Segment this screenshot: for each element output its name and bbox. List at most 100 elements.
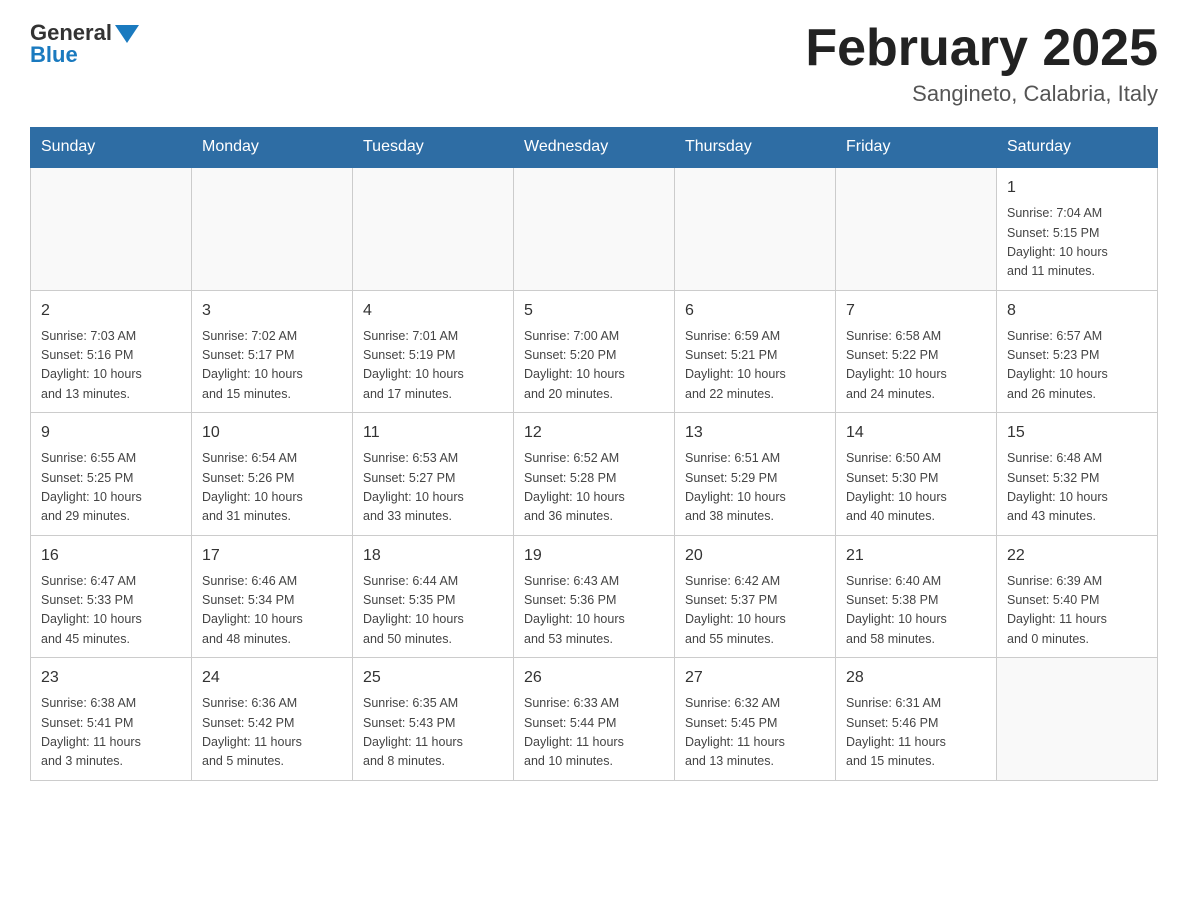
day-info: Sunrise: 7:01 AM Sunset: 5:19 PM Dayligh… xyxy=(363,327,503,405)
calendar-body: 1 Sunrise: 7:04 AM Sunset: 5:15 PM Daylig… xyxy=(31,167,1158,780)
calendar-cell: 23Sunrise: 6:38 AM Sunset: 5:41 PM Dayli… xyxy=(31,658,192,781)
day-number: 6 xyxy=(685,299,825,323)
day-number: 26 xyxy=(524,666,664,690)
logo-blue-text: Blue xyxy=(30,42,78,68)
day-info: Sunrise: 6:47 AM Sunset: 5:33 PM Dayligh… xyxy=(41,572,181,650)
weekday-header-sunday: Sunday xyxy=(31,128,192,168)
day-number: 2 xyxy=(41,299,181,323)
month-title: February 2025 xyxy=(805,20,1158,77)
day-info: Sunrise: 6:33 AM Sunset: 5:44 PM Dayligh… xyxy=(524,694,664,772)
day-info: Sunrise: 6:32 AM Sunset: 5:45 PM Dayligh… xyxy=(685,694,825,772)
day-number: 9 xyxy=(41,421,181,445)
day-number: 17 xyxy=(202,544,342,568)
day-number: 22 xyxy=(1007,544,1147,568)
calendar-cell: 3Sunrise: 7:02 AM Sunset: 5:17 PM Daylig… xyxy=(192,290,353,413)
calendar-cell: 11 Sunrise: 6:53 AM Sunset: 5:27 PM Dayli… xyxy=(353,413,514,536)
day-number: 23 xyxy=(41,666,181,690)
day-number: 25 xyxy=(363,666,503,690)
calendar-table: SundayMondayTuesdayWednesdayThursdayFrid… xyxy=(30,127,1158,781)
location-title: Sangineto, Calabria, Italy xyxy=(805,81,1158,107)
calendar-week-2: 2 Sunrise: 7:03 AM Sunset: 5:16 PM Daylig… xyxy=(31,290,1158,413)
day-info: Sunrise: 6:35 AM Sunset: 5:43 PM Dayligh… xyxy=(363,694,503,772)
calendar-cell: 26 Sunrise: 6:33 AM Sunset: 5:44 PM Dayli… xyxy=(514,658,675,781)
calendar-cell xyxy=(31,167,192,290)
day-number: 5 xyxy=(524,299,664,323)
day-number: 8 xyxy=(1007,299,1147,323)
day-number: 24 xyxy=(202,666,342,690)
calendar-cell: 25 Sunrise: 6:35 AM Sunset: 5:43 PM Dayli… xyxy=(353,658,514,781)
day-info: Sunrise: 6:39 AM Sunset: 5:40 PM Dayligh… xyxy=(1007,572,1147,650)
calendar-week-4: 16 Sunrise: 6:47 AM Sunset: 5:33 PM Dayli… xyxy=(31,535,1158,658)
day-info: Sunrise: 7:03 AM Sunset: 5:16 PM Dayligh… xyxy=(41,327,181,405)
calendar-cell: 1 Sunrise: 7:04 AM Sunset: 5:15 PM Daylig… xyxy=(997,167,1158,290)
calendar-header: SundayMondayTuesdayWednesdayThursdayFrid… xyxy=(31,128,1158,168)
calendar-cell xyxy=(192,167,353,290)
day-info: Sunrise: 6:44 AM Sunset: 5:35 PM Dayligh… xyxy=(363,572,503,650)
calendar-cell: 6 Sunrise: 6:59 AM Sunset: 5:21 PM Daylig… xyxy=(675,290,836,413)
calendar-cell: 14 Sunrise: 6:50 AM Sunset: 5:30 PM Dayli… xyxy=(836,413,997,536)
calendar-week-5: 23Sunrise: 6:38 AM Sunset: 5:41 PM Dayli… xyxy=(31,658,1158,781)
calendar-cell xyxy=(514,167,675,290)
calendar-cell: 7 Sunrise: 6:58 AM Sunset: 5:22 PM Daylig… xyxy=(836,290,997,413)
calendar-cell: 13Sunrise: 6:51 AM Sunset: 5:29 PM Dayli… xyxy=(675,413,836,536)
calendar-cell: 28Sunrise: 6:31 AM Sunset: 5:46 PM Dayli… xyxy=(836,658,997,781)
day-info: Sunrise: 6:42 AM Sunset: 5:37 PM Dayligh… xyxy=(685,572,825,650)
calendar-cell: 8Sunrise: 6:57 AM Sunset: 5:23 PM Daylig… xyxy=(997,290,1158,413)
day-info: Sunrise: 6:58 AM Sunset: 5:22 PM Dayligh… xyxy=(846,327,986,405)
day-info: Sunrise: 7:02 AM Sunset: 5:17 PM Dayligh… xyxy=(202,327,342,405)
logo: General Blue xyxy=(30,20,139,68)
weekday-header-row: SundayMondayTuesdayWednesdayThursdayFrid… xyxy=(31,128,1158,168)
weekday-header-friday: Friday xyxy=(836,128,997,168)
calendar-cell: 17 Sunrise: 6:46 AM Sunset: 5:34 PM Dayli… xyxy=(192,535,353,658)
day-info: Sunrise: 6:48 AM Sunset: 5:32 PM Dayligh… xyxy=(1007,449,1147,527)
calendar-cell: 20 Sunrise: 6:42 AM Sunset: 5:37 PM Dayli… xyxy=(675,535,836,658)
day-info: Sunrise: 6:54 AM Sunset: 5:26 PM Dayligh… xyxy=(202,449,342,527)
day-info: Sunrise: 6:59 AM Sunset: 5:21 PM Dayligh… xyxy=(685,327,825,405)
day-number: 1 xyxy=(1007,176,1147,200)
day-info: Sunrise: 6:46 AM Sunset: 5:34 PM Dayligh… xyxy=(202,572,342,650)
calendar-cell: 12 Sunrise: 6:52 AM Sunset: 5:28 PM Dayli… xyxy=(514,413,675,536)
calendar-cell xyxy=(675,167,836,290)
day-number: 12 xyxy=(524,421,664,445)
day-number: 16 xyxy=(41,544,181,568)
day-number: 20 xyxy=(685,544,825,568)
day-info: Sunrise: 7:04 AM Sunset: 5:15 PM Dayligh… xyxy=(1007,204,1147,282)
day-info: Sunrise: 6:52 AM Sunset: 5:28 PM Dayligh… xyxy=(524,449,664,527)
day-info: Sunrise: 6:36 AM Sunset: 5:42 PM Dayligh… xyxy=(202,694,342,772)
calendar-cell: 4Sunrise: 7:01 AM Sunset: 5:19 PM Daylig… xyxy=(353,290,514,413)
calendar-cell xyxy=(997,658,1158,781)
day-info: Sunrise: 6:43 AM Sunset: 5:36 PM Dayligh… xyxy=(524,572,664,650)
day-number: 27 xyxy=(685,666,825,690)
calendar-cell: 27 Sunrise: 6:32 AM Sunset: 5:45 PM Dayli… xyxy=(675,658,836,781)
calendar-cell: 10 Sunrise: 6:54 AM Sunset: 5:26 PM Dayli… xyxy=(192,413,353,536)
calendar-cell: 15 Sunrise: 6:48 AM Sunset: 5:32 PM Dayli… xyxy=(997,413,1158,536)
day-number: 11 xyxy=(363,421,503,445)
day-number: 10 xyxy=(202,421,342,445)
weekday-header-wednesday: Wednesday xyxy=(514,128,675,168)
day-number: 7 xyxy=(846,299,986,323)
calendar-cell: 2 Sunrise: 7:03 AM Sunset: 5:16 PM Daylig… xyxy=(31,290,192,413)
day-info: Sunrise: 6:40 AM Sunset: 5:38 PM Dayligh… xyxy=(846,572,986,650)
day-info: Sunrise: 6:50 AM Sunset: 5:30 PM Dayligh… xyxy=(846,449,986,527)
weekday-header-saturday: Saturday xyxy=(997,128,1158,168)
day-info: Sunrise: 6:55 AM Sunset: 5:25 PM Dayligh… xyxy=(41,449,181,527)
day-number: 15 xyxy=(1007,421,1147,445)
calendar-cell xyxy=(353,167,514,290)
calendar-cell xyxy=(836,167,997,290)
calendar-cell: 21Sunrise: 6:40 AM Sunset: 5:38 PM Dayli… xyxy=(836,535,997,658)
day-number: 28 xyxy=(846,666,986,690)
day-info: Sunrise: 7:00 AM Sunset: 5:20 PM Dayligh… xyxy=(524,327,664,405)
calendar-cell: 18Sunrise: 6:44 AM Sunset: 5:35 PM Dayli… xyxy=(353,535,514,658)
day-number: 14 xyxy=(846,421,986,445)
day-info: Sunrise: 6:51 AM Sunset: 5:29 PM Dayligh… xyxy=(685,449,825,527)
calendar-week-1: 1 Sunrise: 7:04 AM Sunset: 5:15 PM Daylig… xyxy=(31,167,1158,290)
calendar-cell: 5 Sunrise: 7:00 AM Sunset: 5:20 PM Daylig… xyxy=(514,290,675,413)
day-number: 19 xyxy=(524,544,664,568)
calendar-cell: 19 Sunrise: 6:43 AM Sunset: 5:36 PM Dayli… xyxy=(514,535,675,658)
calendar-cell: 22 Sunrise: 6:39 AM Sunset: 5:40 PM Dayli… xyxy=(997,535,1158,658)
logo-triangle-icon xyxy=(115,25,139,43)
weekday-header-tuesday: Tuesday xyxy=(353,128,514,168)
day-info: Sunrise: 6:53 AM Sunset: 5:27 PM Dayligh… xyxy=(363,449,503,527)
title-block: February 2025 Sangineto, Calabria, Italy xyxy=(805,20,1158,107)
page-header: General Blue February 2025 Sangineto, Ca… xyxy=(30,20,1158,107)
